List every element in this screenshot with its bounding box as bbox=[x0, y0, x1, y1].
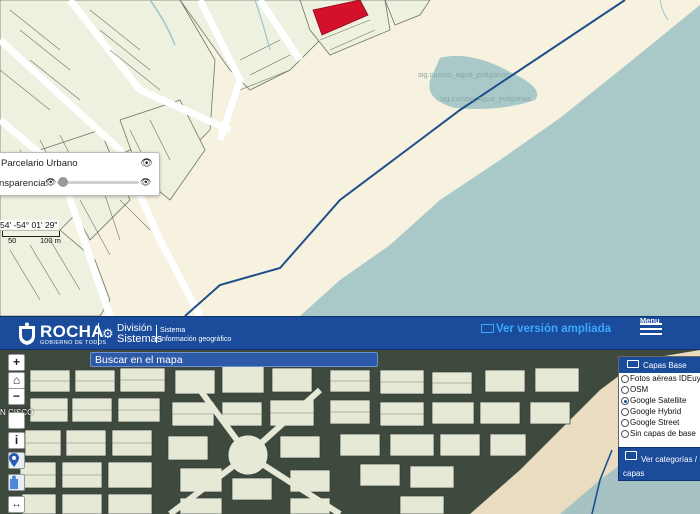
base-layers-title: Capas Base bbox=[643, 361, 687, 370]
satellite-map-canvas bbox=[0, 350, 700, 514]
header-divider-2 bbox=[156, 325, 157, 343]
blank-control[interactable] bbox=[8, 412, 25, 429]
water-label-2: sig.cursos_agua_poligonos bbox=[440, 94, 531, 103]
layer-title: Parcelario Urbano bbox=[1, 158, 78, 169]
eye-icon-right[interactable]: 👁 bbox=[140, 177, 151, 188]
base-option-label: Google Hybrid bbox=[630, 407, 682, 416]
transparency-label: nsparencia: bbox=[0, 178, 49, 189]
app-header: ROCHA GOBIERNO DE TODOS ⚙ División Siste… bbox=[0, 316, 700, 350]
info-button[interactable]: i bbox=[8, 432, 25, 449]
eye-slash-icon[interactable]: 👁 bbox=[45, 177, 56, 188]
search-placeholder: Buscar en el mapa bbox=[95, 354, 183, 366]
eye-icon[interactable]: 👁 bbox=[140, 158, 153, 169]
base-option-google-hybrid[interactable]: Google Hybrid bbox=[619, 406, 700, 417]
base-option-label: Sin capas de base bbox=[630, 429, 696, 438]
base-option-google-satellite[interactable]: Google Satellite bbox=[619, 395, 700, 406]
home-icon[interactable]: ⌂ bbox=[8, 372, 25, 389]
rocha-emblem-icon bbox=[19, 322, 35, 345]
radio-icon[interactable] bbox=[621, 375, 629, 383]
logo-subtitle: GOBIERNO DE TODOS bbox=[40, 340, 107, 346]
top-map-view[interactable]: sig.cursos_agua_poligonos sig.cursos_agu… bbox=[0, 0, 700, 316]
zoom-in-button[interactable]: + bbox=[8, 354, 25, 371]
base-option-label: Google Street bbox=[630, 418, 680, 427]
base-option-fotos[interactable]: Fotos aéreas IDEuy bbox=[619, 373, 700, 384]
system-label-1: Sistema bbox=[160, 327, 186, 334]
location-pin-icon[interactable] bbox=[8, 452, 25, 469]
system-label-2: Información geográfico bbox=[160, 336, 232, 343]
coordinate-readout: 54' -54° 01' 29" bbox=[0, 220, 60, 230]
radio-icon-selected[interactable] bbox=[621, 397, 629, 405]
folder-icon bbox=[627, 360, 639, 368]
person-icon[interactable] bbox=[8, 474, 25, 491]
base-layers-panel: Capas Base Fotos aéreas IDEuy OSM Google… bbox=[618, 356, 700, 450]
base-option-google-street[interactable]: Google Street bbox=[619, 417, 700, 428]
full-version-label: Ver versión ampliada bbox=[496, 323, 612, 335]
slider-handle[interactable] bbox=[58, 177, 68, 187]
transparency-slider[interactable] bbox=[57, 181, 139, 184]
hamburger-menu-icon[interactable] bbox=[640, 323, 662, 335]
base-option-label: Fotos aéreas IDEuy bbox=[630, 374, 700, 383]
categories-label-1: Ver categorías / bbox=[641, 455, 698, 464]
bottom-map-view[interactable]: Buscar en el mapa + ⌂ − N CISCO i ↔ Capa… bbox=[0, 350, 700, 514]
header-divider bbox=[98, 323, 99, 345]
base-option-none[interactable]: Sin capas de base bbox=[619, 428, 700, 439]
categories-button[interactable]: Ver categorías / capas bbox=[618, 447, 700, 481]
zoom-out-button[interactable]: − bbox=[8, 388, 25, 405]
radio-icon[interactable] bbox=[621, 430, 629, 438]
logo-text: ROCHA bbox=[40, 322, 104, 341]
base-option-label: OSM bbox=[630, 385, 649, 394]
scale-label-50: 50 bbox=[8, 236, 17, 245]
base-layers-header: Capas Base bbox=[619, 357, 700, 373]
map-search-input[interactable]: Buscar en el mapa bbox=[90, 352, 378, 367]
monitor-icon bbox=[481, 324, 494, 333]
layer-panel: Parcelario Urbano 👁 nsparencia: 👁 👁 bbox=[0, 152, 160, 196]
water-label-1: sig.cursos_agua_poligonos bbox=[418, 70, 509, 79]
scale-label-100: 100 m bbox=[40, 236, 61, 245]
categories-label-2: capas bbox=[623, 469, 645, 478]
base-option-label: Google Satellite bbox=[630, 396, 687, 405]
gear-icon: ⚙ bbox=[102, 326, 114, 341]
folder-open-icon bbox=[625, 451, 637, 460]
radio-icon[interactable] bbox=[621, 386, 629, 394]
radio-icon[interactable] bbox=[621, 408, 629, 416]
measure-icon[interactable]: ↔ bbox=[8, 496, 25, 513]
full-version-link[interactable]: Ver versión ampliada bbox=[481, 323, 611, 335]
radio-icon[interactable] bbox=[621, 419, 629, 427]
base-option-osm[interactable]: OSM bbox=[619, 384, 700, 395]
